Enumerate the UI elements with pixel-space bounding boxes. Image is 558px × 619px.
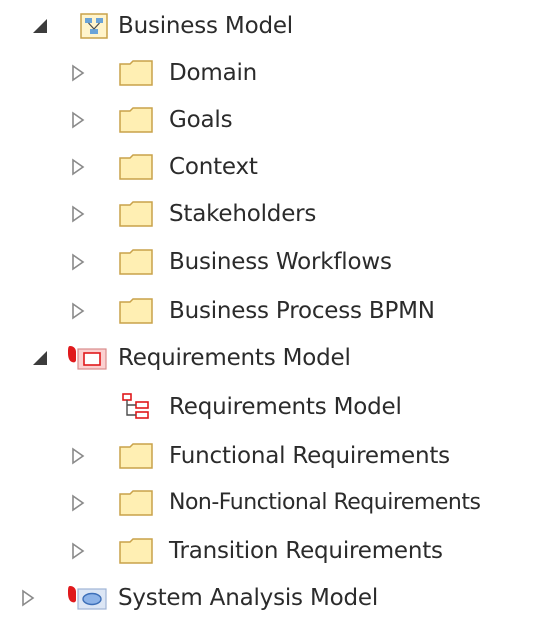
expand-arrow-collapsed-icon[interactable] (66, 61, 90, 85)
expand-arrow-collapsed-icon[interactable] (66, 444, 90, 468)
expand-arrow-expanded-icon[interactable] (28, 14, 52, 38)
expand-arrow-collapsed-icon[interactable] (66, 491, 90, 515)
folder-icon (118, 198, 153, 230)
tree-node-business-process-bpmn[interactable]: Business Process BPMN (0, 289, 558, 333)
expand-arrow-collapsed-icon[interactable] (66, 299, 90, 323)
requirements-package-icon (66, 342, 107, 374)
tree-node-label: Requirements Model (118, 345, 351, 371)
expand-arrow-collapsed-icon[interactable] (66, 108, 90, 132)
folder-icon (118, 487, 153, 519)
tree-node-label: Business Process BPMN (169, 298, 435, 324)
tree-node-label: System Analysis Model (118, 585, 379, 611)
tree-node-system-analysis-model[interactable]: System Analysis Model (0, 576, 558, 619)
folder-icon (118, 440, 153, 472)
project-browser-tree: Business Model Domain Goals Context Stak… (0, 0, 558, 619)
tree-node-label: Domain (169, 60, 258, 86)
tree-node-stakeholders[interactable]: Stakeholders (0, 192, 558, 236)
folder-icon (118, 104, 153, 136)
tree-node-domain[interactable]: Domain (0, 51, 558, 95)
tree-node-requirements-model[interactable]: Requirements Model (0, 336, 558, 380)
folder-icon (118, 151, 153, 183)
tree-node-functional-requirements[interactable]: Functional Requirements (0, 434, 558, 478)
folder-icon (118, 57, 153, 89)
system-analysis-package-icon (66, 582, 107, 614)
tree-node-business-model[interactable]: Business Model (0, 4, 558, 48)
expand-arrow-collapsed-icon[interactable] (66, 250, 90, 274)
tree-node-label: Goals (169, 107, 233, 133)
tree-node-label: Context (169, 154, 258, 180)
folder-icon (118, 535, 153, 567)
expand-arrow-collapsed-icon[interactable] (66, 202, 90, 226)
tree-node-label: Requirements Model (169, 394, 402, 420)
tree-node-goals[interactable]: Goals (0, 98, 558, 142)
folder-icon (118, 295, 153, 327)
folder-icon (118, 246, 153, 278)
tree-node-label: Non-Functional Requirements (169, 490, 481, 515)
tree-node-label: Functional Requirements (169, 443, 450, 469)
tree-node-label: Transition Requirements (169, 538, 443, 564)
expand-arrow-expanded-icon[interactable] (28, 346, 52, 370)
tree-node-business-workflows[interactable]: Business Workflows (0, 240, 558, 284)
business-model-package-icon (78, 10, 110, 42)
tree-node-non-functional-requirements[interactable]: Non-Functional Requirements (0, 481, 558, 525)
tree-node-label: Business Workflows (169, 249, 392, 275)
tree-node-label: Business Model (118, 13, 293, 39)
diagram-icon (120, 391, 152, 423)
expand-arrow-collapsed-icon[interactable] (66, 539, 90, 563)
expand-arrow-collapsed-icon[interactable] (66, 155, 90, 179)
expand-arrow-collapsed-icon[interactable] (16, 586, 40, 610)
tree-node-label: Stakeholders (169, 201, 317, 227)
tree-node-requirements-diagram[interactable]: Requirements Model (0, 385, 558, 429)
tree-node-context[interactable]: Context (0, 145, 558, 189)
tree-node-transition-requirements[interactable]: Transition Requirements (0, 529, 558, 573)
